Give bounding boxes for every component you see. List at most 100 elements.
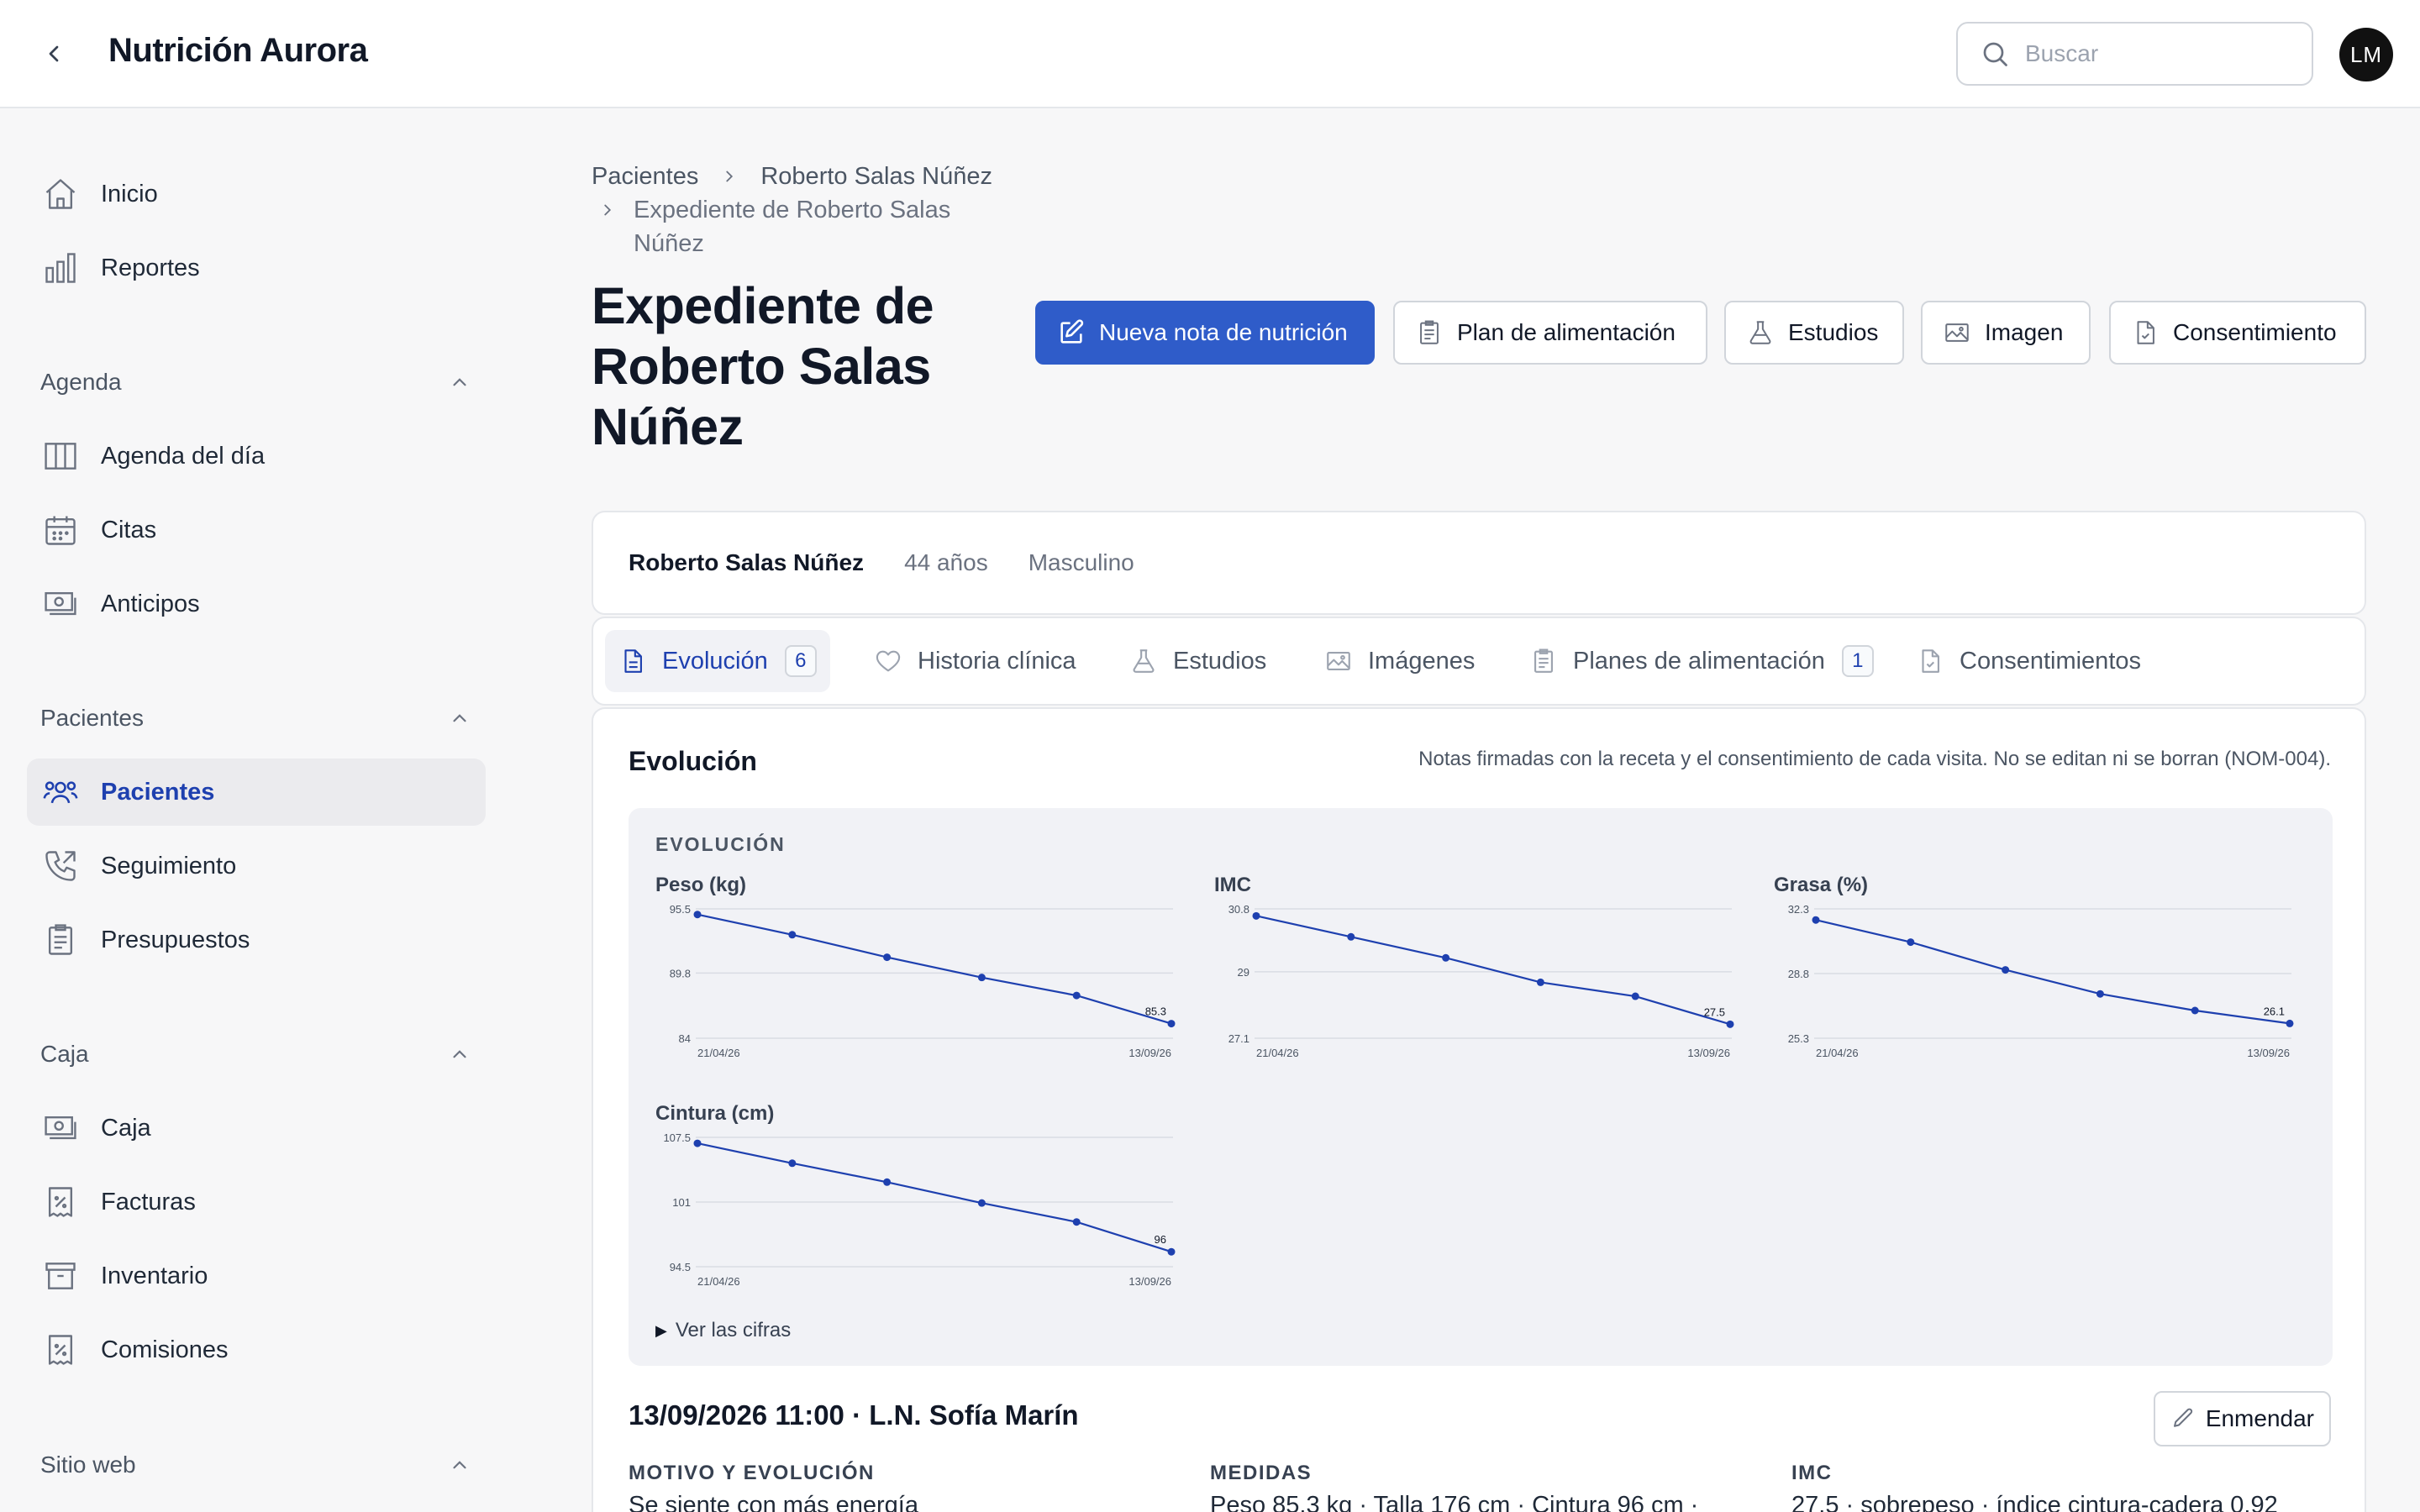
tab-historia-clinica[interactable]: Historia clínica — [860, 630, 1090, 692]
back-button[interactable] — [37, 37, 71, 71]
tab-consentimientos[interactable]: Consentimientos — [1902, 630, 2154, 692]
chart-imc-plot: 30.8 29 27.1 27.5 21/04/26 13/09/26 — [1228, 903, 1734, 1059]
breadcrumb-pacientes[interactable]: Pacientes — [592, 160, 698, 193]
sidebar-item-citas[interactable]: Citas — [27, 496, 486, 564]
search-input[interactable] — [2025, 40, 2294, 67]
data-point — [883, 953, 892, 962]
data-point — [2002, 966, 2010, 974]
sidebar-item-agenda-del-dia[interactable]: Agenda del día — [27, 423, 486, 490]
tab-evolucion[interactable]: Evolución 6 — [605, 630, 830, 692]
sidebar-item-inventario[interactable]: Inventario — [27, 1242, 486, 1310]
users-icon — [40, 772, 81, 812]
consent-button[interactable]: Consentimiento — [2109, 301, 2366, 365]
file-check-icon — [1916, 647, 1944, 675]
sidebar-item-reportes[interactable]: Reportes — [27, 234, 486, 302]
data-point — [1631, 992, 1639, 1000]
cash-icon — [40, 584, 81, 624]
series-line — [1255, 915, 1731, 1026]
caret-right-icon: ▶ — [655, 1321, 667, 1339]
image-icon — [1943, 318, 1971, 347]
tab-estudios[interactable]: Estudios — [1116, 630, 1280, 692]
receipt-icon — [40, 1182, 81, 1222]
section-toggle-agenda[interactable]: Agenda — [40, 361, 471, 403]
y-tick-label: 89.8 — [670, 967, 691, 979]
data-point — [2191, 1006, 2199, 1015]
x-tick-label: 21/04/26 — [697, 1275, 740, 1288]
show-figures-toggle[interactable]: ▶ Ver las cifras — [655, 1319, 791, 1342]
chart-imc: IMC 30.8 29 27.1 27.5 21/04/26 13/09/26 — [1214, 874, 1735, 1075]
sidebar-item-comisiones[interactable]: Comisiones — [27, 1316, 486, 1383]
data-point — [1347, 932, 1355, 941]
x-tick-label: 13/09/26 — [1128, 1047, 1171, 1059]
data-label: 85.3 — [1145, 1005, 1166, 1018]
button-label: Plan de alimentación — [1457, 319, 1676, 345]
chart-grasa: Grasa (%) 32.3 28.8 25.3 26.1 21/04/26 13/09/… — [1774, 874, 2295, 1075]
data-point — [788, 931, 797, 939]
sidebar-item-caja[interactable]: Caja — [27, 1095, 486, 1162]
series-line — [697, 913, 1172, 1025]
tab-imagenes[interactable]: Imágenes — [1311, 630, 1488, 692]
chevron-left-icon — [49, 45, 59, 62]
section-toggle-pacientes[interactable]: Pacientes — [40, 697, 471, 739]
search-icon — [1983, 42, 2007, 66]
note-column-motivo: MOTIVO Y EVOLUCIÓN Se siente con más ene… — [629, 1462, 1183, 1512]
note-column-imc: IMC 27.5 · sobrepeso · índice cintura-ca… — [1791, 1462, 2346, 1512]
button-label: Estudios — [1788, 319, 1879, 345]
document-icon — [618, 647, 647, 675]
search-box[interactable] — [1956, 22, 2313, 86]
top-bar: Nutrición Aurora LM — [0, 0, 2420, 108]
charts-heading: EVOLUCIÓN — [655, 833, 786, 855]
data-point — [1726, 1020, 1734, 1028]
page-title: Expediente de Roberto Salas Núñez — [592, 277, 934, 455]
edit-icon — [1057, 318, 1086, 347]
column-text: Se siente con más energía — [629, 1492, 918, 1512]
sidebar-item-facturas[interactable]: Facturas — [27, 1168, 486, 1236]
tab-count-badge: 6 — [784, 645, 817, 677]
button-label: Imagen — [1985, 319, 2064, 345]
data-point — [788, 1159, 797, 1168]
sidebar-item-pacientes[interactable]: Pacientes — [27, 759, 486, 826]
meal-plan-button[interactable]: Plan de alimentación — [1393, 301, 1707, 365]
user-avatar[interactable]: LM — [2339, 28, 2393, 81]
sidebar-item-label: Inventario — [101, 1262, 208, 1289]
chevron-up-icon — [453, 1461, 466, 1469]
patient-sex: Masculino — [1028, 549, 1134, 575]
breadcrumb-current: Expediente de Roberto Salas Núñez — [634, 197, 951, 257]
column-text: 27.5 · sobrepeso · índice cintura-cadera… — [1791, 1492, 2278, 1512]
image-button[interactable]: Imagen — [1921, 301, 2091, 365]
section-toggle-caja[interactable]: Caja — [40, 1033, 471, 1075]
data-point — [977, 1199, 986, 1207]
tab-planes-alimentacion[interactable]: Planes de alimentación 1 — [1516, 630, 1887, 692]
sidebar-item-seguimiento[interactable]: Seguimiento — [27, 832, 486, 900]
y-tick-label: 28.8 — [1788, 968, 1809, 980]
data-point — [1167, 1020, 1176, 1028]
section-toggle-sitio-web[interactable]: Sitio web — [40, 1444, 471, 1486]
data-point — [1536, 978, 1544, 986]
data-point — [1072, 1218, 1081, 1226]
sidebar-item-label: Anticipos — [101, 590, 200, 617]
x-tick-label: 21/04/26 — [1816, 1047, 1859, 1059]
sidebar-item-label: Agenda del día — [101, 442, 266, 470]
studies-button[interactable]: Estudios — [1724, 301, 1904, 365]
sidebar-item-label: Inicio — [101, 180, 158, 207]
y-tick-label: 95.5 — [670, 903, 691, 916]
chart-title: IMC — [1214, 874, 1251, 896]
data-point — [1072, 991, 1081, 1000]
button-label: Enmendar — [2205, 1405, 2314, 1431]
data-point — [693, 911, 702, 919]
sidebar-item-anticipos[interactable]: Anticipos — [27, 570, 486, 638]
breadcrumb-patient[interactable]: Roberto Salas Núñez — [760, 160, 992, 193]
x-tick-label: 21/04/26 — [697, 1047, 740, 1059]
y-tick-label: 25.3 — [1788, 1032, 1809, 1045]
series-line — [1815, 919, 2291, 1025]
y-tick-label: 94.5 — [670, 1261, 691, 1273]
sidebar-item-inicio[interactable]: Inicio — [27, 160, 486, 228]
amend-button[interactable]: Enmendar — [2153, 1391, 2331, 1446]
x-tick-label: 21/04/26 — [1256, 1047, 1299, 1059]
evolution-charts: EVOLUCIÓN Peso (kg) 95.5 89.8 84 85.3 21/04/… — [629, 808, 2333, 1366]
chart-peso: Peso (kg) 95.5 89.8 84 85.3 21/04/26 13/09/26 — [655, 874, 1176, 1075]
y-tick-label: 29 — [1238, 966, 1249, 979]
sidebar-item-presupuestos[interactable]: Presupuestos — [27, 906, 486, 974]
new-nutrition-note-button[interactable]: Nueva nota de nutrición — [1035, 301, 1375, 365]
data-point — [883, 1178, 892, 1186]
